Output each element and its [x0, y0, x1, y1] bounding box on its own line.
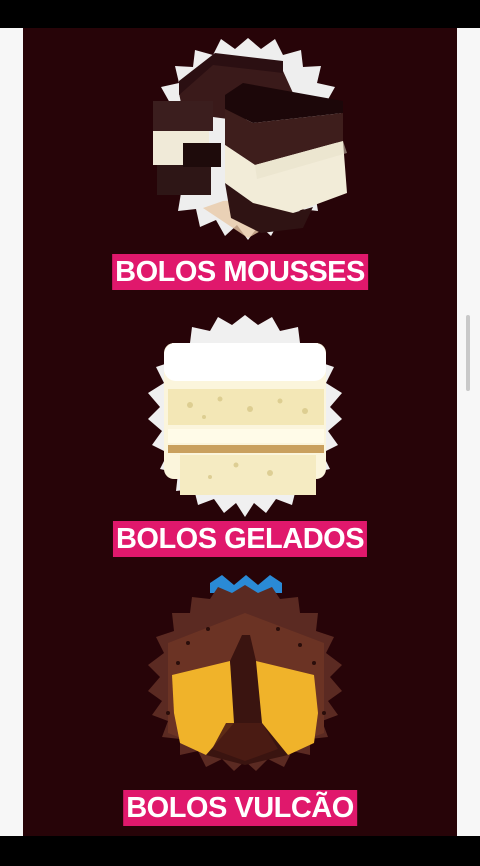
- gelado-cake-image[interactable]: [140, 313, 350, 518]
- bolos-mousses-label[interactable]: BOLOS MOUSSES: [112, 254, 368, 290]
- product-panel: BOLOS MOUSSES BOLOS GELADOS BOLOS VULCÃO: [23, 28, 457, 836]
- bolos-vulcao-label[interactable]: BOLOS VULCÃO: [123, 790, 357, 826]
- navigation-bar: [0, 836, 480, 866]
- bolos-gelados-label[interactable]: BOLOS GELADOS: [112, 521, 368, 557]
- scrollbar-thumb[interactable]: [466, 315, 470, 391]
- status-bar: [0, 0, 480, 28]
- vulcao-cake-image[interactable]: [138, 573, 353, 773]
- mousse-cake-image[interactable]: [143, 33, 353, 248]
